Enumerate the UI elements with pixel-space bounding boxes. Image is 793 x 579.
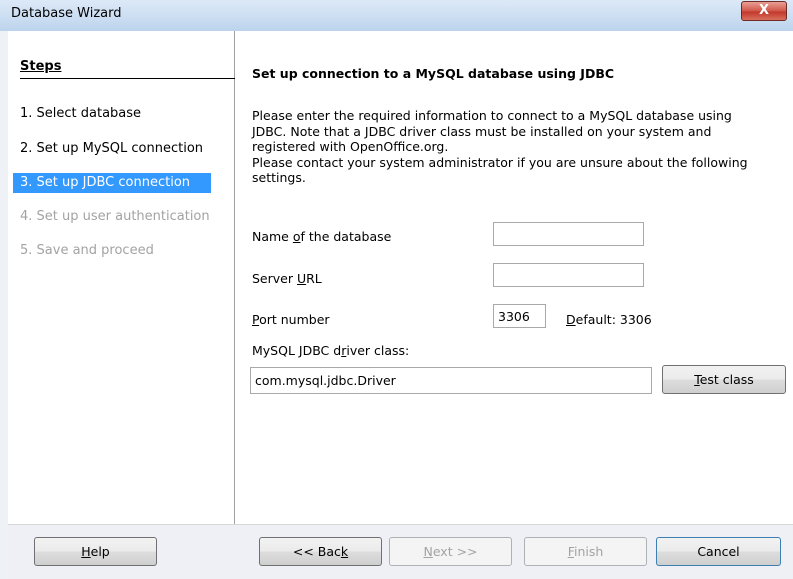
- close-button[interactable]: X: [741, 1, 787, 21]
- page-title: Set up connection to a MySQL database us…: [252, 66, 615, 81]
- close-icon: X: [758, 3, 770, 18]
- database-name-label: Name of the database: [252, 229, 392, 244]
- test-class-button[interactable]: Test class: [662, 365, 786, 394]
- description-line: settings.: [252, 170, 306, 185]
- next-button: Next >>: [389, 537, 512, 566]
- steps-heading: Steps: [20, 59, 237, 79]
- driver-class-label: MySQL JDBC driver class:: [252, 343, 410, 358]
- step-jdbc-connection[interactable]: 3. Set up JDBC connection: [13, 173, 211, 193]
- main-panel: Set up connection to a MySQL database us…: [235, 31, 793, 524]
- description-line: Please contact your system administrator…: [252, 154, 748, 170]
- server-url-input[interactable]: [493, 263, 644, 287]
- port-default-label: Default: 3306: [566, 312, 652, 327]
- step-select-database[interactable]: 1. Select database: [13, 104, 230, 124]
- cancel-button[interactable]: Cancel: [656, 537, 781, 566]
- port-number-label: Port number: [252, 312, 330, 327]
- steps-panel: Steps 1. Select database 2. Set up MySQL…: [8, 31, 237, 524]
- step-save-and-proceed: 5. Save and proceed: [20, 243, 154, 258]
- description-line: registered with OpenOffice.org.: [252, 139, 449, 154]
- database-name-input[interactable]: [493, 222, 644, 246]
- description-line: Please enter the required information to…: [252, 108, 732, 123]
- back-button[interactable]: << Back: [259, 537, 382, 566]
- server-url-label: Server URL: [252, 271, 322, 286]
- window-title: Database Wizard: [11, 6, 122, 21]
- page-description: Please enter the required information to…: [252, 108, 777, 186]
- step-user-authentication: 4. Set up user authentication: [20, 209, 210, 224]
- help-button[interactable]: Help: [34, 537, 157, 566]
- title-bar: Database Wizard X: [0, 0, 793, 31]
- port-number-input[interactable]: [493, 304, 546, 328]
- description-line: JDBC. Note that a JDBC driver class must…: [252, 123, 712, 139]
- finish-button: Finish: [524, 537, 647, 566]
- step-mysql-connection[interactable]: 2. Set up MySQL connection: [13, 139, 230, 159]
- driver-class-input[interactable]: [250, 367, 652, 394]
